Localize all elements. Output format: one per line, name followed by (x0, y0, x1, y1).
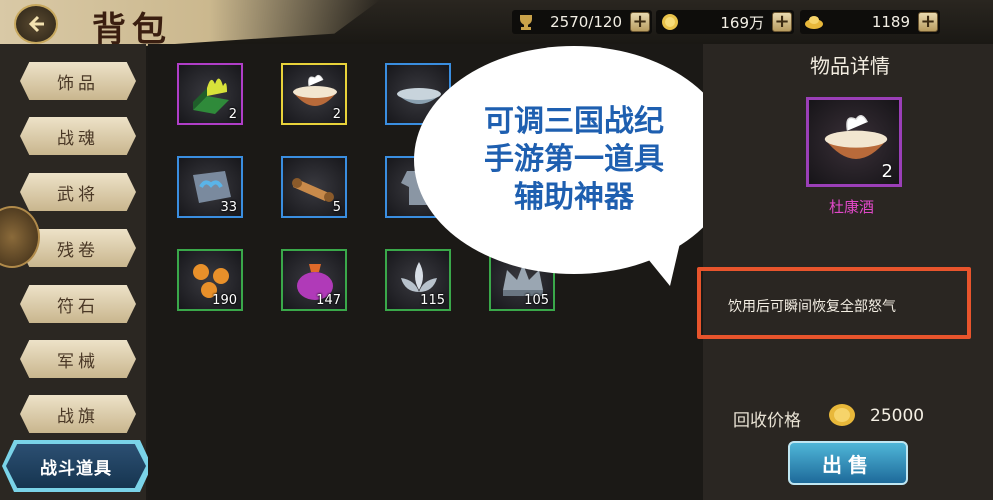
inventory-slot[interactable]: 147 (281, 249, 347, 311)
item-count: 2 (332, 107, 341, 122)
item-count: 33 (220, 200, 237, 215)
inventory-slot[interactable]: 2 (177, 63, 243, 125)
inventory-slot[interactable]: 33 (177, 156, 243, 218)
bubble-line-1: 可调三国战纪 (484, 104, 664, 139)
inventory-slot[interactable]: 115 (385, 249, 451, 311)
add-gold-button[interactable]: + (918, 12, 938, 32)
trophy-icon (516, 12, 536, 32)
detail-title: 物品详情 (810, 54, 890, 78)
sell-button[interactable]: 出售 (788, 441, 908, 485)
tab-equipment[interactable]: 军械 (20, 340, 136, 378)
tab-battle-items[interactable]: 战斗道具 (6, 444, 146, 488)
gold-coin-icon (829, 404, 855, 426)
item-count: 115 (420, 293, 445, 308)
bubble-line-2: 手游第一道具 (484, 142, 664, 177)
back-button[interactable] (14, 4, 58, 44)
item-description: 饮用后可瞬间恢复全部怒气 (728, 299, 896, 315)
item-count: 105 (524, 293, 549, 308)
item-count: 190 (212, 293, 237, 308)
tab-runes[interactable]: 符石 (20, 285, 136, 323)
promo-speech-bubble: 可调三国战纪 手游第一道具 辅助神器 (414, 46, 734, 274)
bubble-line-3: 辅助神器 (514, 180, 634, 215)
inventory-slot[interactable]: 5 (281, 156, 347, 218)
tab-accessories[interactable]: 饰品 (20, 62, 136, 100)
item-count: 147 (316, 293, 341, 308)
resource-gold: 1189 + (800, 10, 940, 34)
resource-silver: 169万 + (656, 10, 794, 34)
silver-coin-icon (660, 12, 680, 32)
inventory-slot[interactable]: 2 (281, 63, 347, 125)
gold-ingot-icon (804, 12, 824, 32)
detail-item-count: 2 (881, 161, 893, 182)
detail-item-icon: 2 (806, 97, 902, 187)
resource-value: 1189 (871, 13, 910, 31)
price-value: 25000 (870, 406, 925, 426)
tab-banners[interactable]: 战旗 (20, 395, 136, 433)
detail-item-name: 杜康酒 (829, 198, 875, 216)
inventory-slot[interactable]: 190 (177, 249, 243, 311)
tab-generals[interactable]: 武将 (20, 173, 136, 211)
resource-value: 169万 (720, 13, 764, 32)
item-count: 5 (332, 200, 341, 215)
resource-trophy: 2570/120 + (512, 10, 652, 34)
back-arrow-icon (28, 15, 44, 33)
resource-value: 2570/120 (550, 13, 622, 31)
item-count: 2 (228, 107, 237, 122)
add-trophy-button[interactable]: + (630, 12, 650, 32)
add-silver-button[interactable]: + (772, 12, 792, 32)
tab-war-soul[interactable]: 战魂 (20, 117, 136, 155)
price-label: 回收价格 (733, 411, 801, 431)
